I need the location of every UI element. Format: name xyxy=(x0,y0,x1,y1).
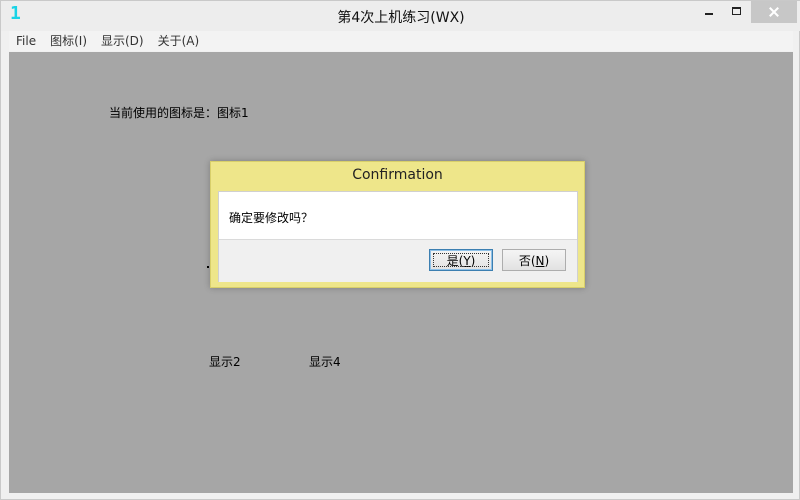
close-icon[interactable] xyxy=(751,1,797,23)
focus-ring xyxy=(433,253,489,267)
dialog-body: 确定要修改吗？ 是(Y) 否(N) xyxy=(218,191,578,282)
display2-label: 显示2 xyxy=(209,355,241,369)
no-mnemonic: N xyxy=(535,254,545,268)
yes-button[interactable]: 是(Y) xyxy=(429,249,493,271)
confirmation-dialog: Confirmation 确定要修改吗？ 是(Y) 否(N) xyxy=(210,161,585,288)
menu-about[interactable]: 关于(A) xyxy=(151,31,207,51)
current-icon-label: 当前使用的图标是：图标1 xyxy=(109,106,249,120)
menu-icon[interactable]: 图标(I) xyxy=(43,31,94,51)
dialog-title: Confirmation xyxy=(352,167,443,183)
menu-bar: File 图标(I) 显示(D) 关于(A) xyxy=(9,31,793,51)
dialog-message: 确定要修改吗？ xyxy=(229,211,314,225)
title-bar[interactable]: 1 第4次上机练习(WX) xyxy=(1,1,800,31)
maximize-icon[interactable] xyxy=(723,1,751,23)
no-button[interactable]: 否(N) xyxy=(502,249,566,271)
dialog-footer: 是(Y) 否(N) xyxy=(219,239,577,282)
display4-label: 显示4 xyxy=(309,355,341,369)
menu-file[interactable]: File xyxy=(9,31,43,51)
stray-dot xyxy=(207,266,209,268)
minimize-icon[interactable] xyxy=(695,1,723,23)
menu-display[interactable]: 显示(D) xyxy=(94,31,151,51)
app-window: 1 第4次上机练习(WX) File 图标(I) 显示(D) 关于(A) 当前使… xyxy=(0,0,800,500)
window-title: 第4次上机练习(WX) xyxy=(337,10,465,26)
no-button-text: 否 xyxy=(518,254,531,268)
